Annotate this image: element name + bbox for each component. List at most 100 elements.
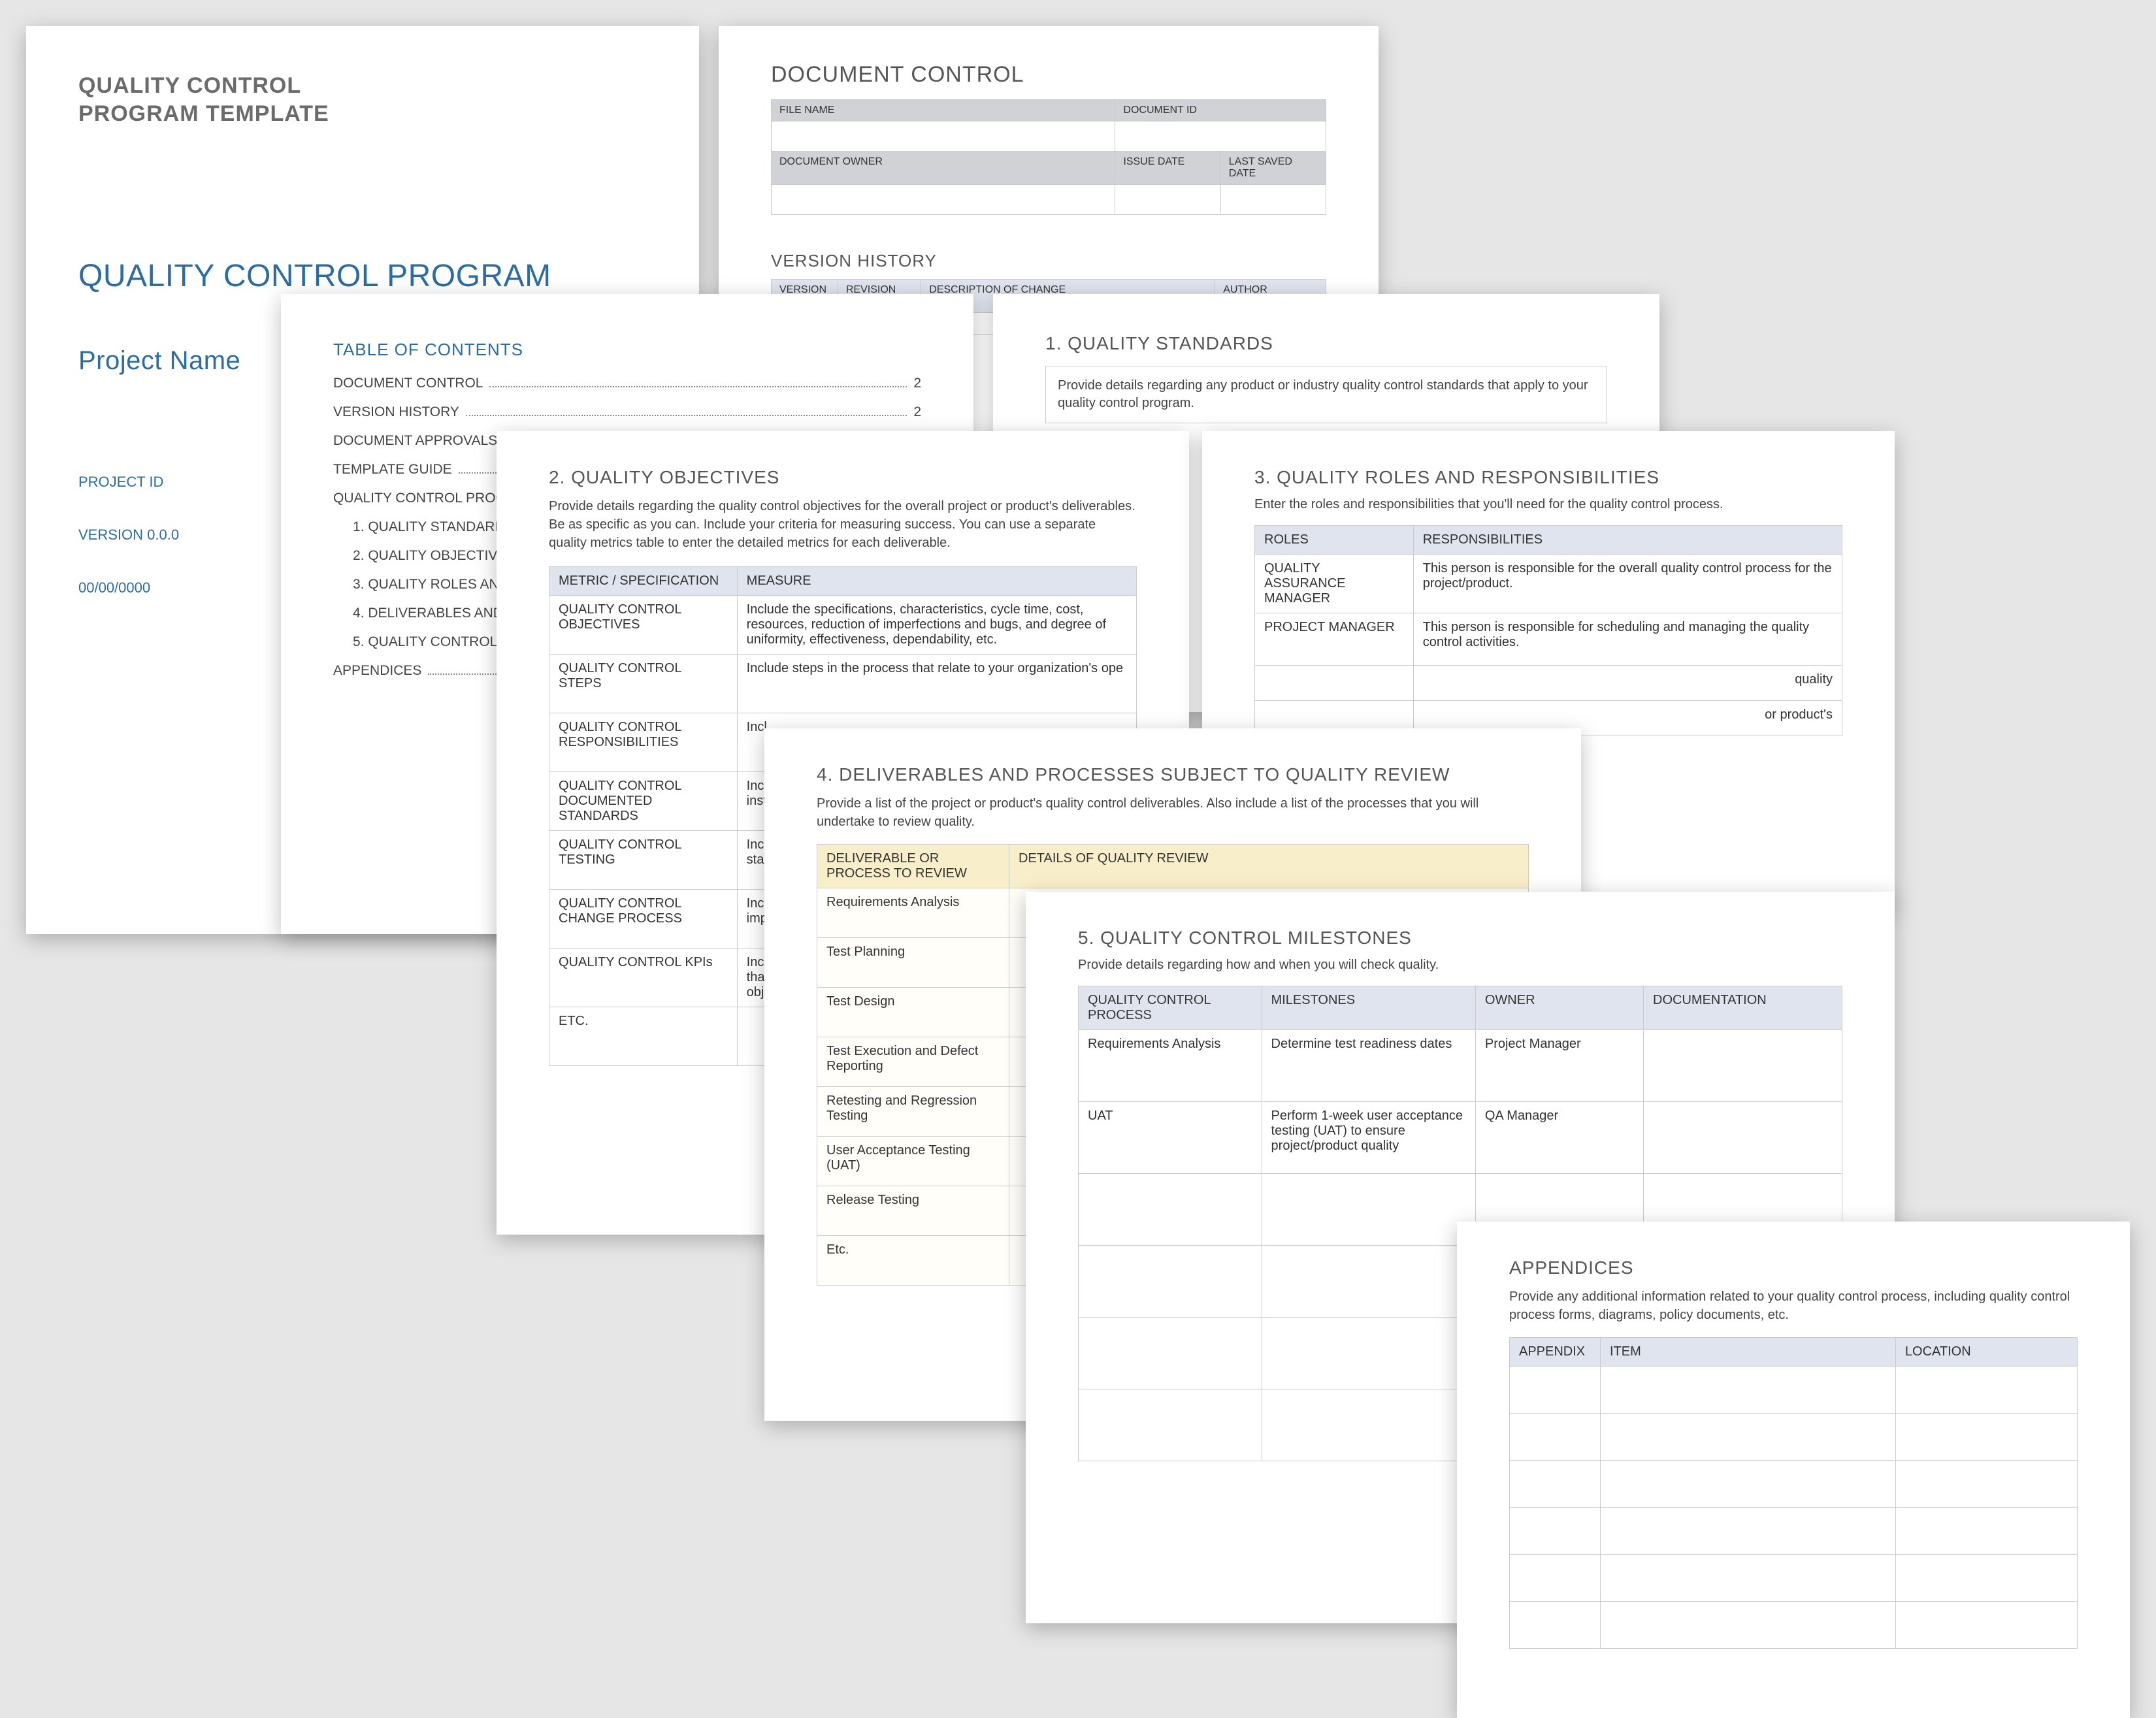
- owner-cell: Project Manager: [1475, 1030, 1643, 1102]
- appendix-cell: [1510, 1508, 1601, 1555]
- table-row: [1510, 1555, 2078, 1602]
- milestone-cell: [1262, 1389, 1475, 1461]
- toc-dots: [489, 386, 907, 387]
- milestones-desc: Provide details regarding how and when y…: [1078, 958, 1842, 973]
- item-cell: [1601, 1367, 1896, 1414]
- template-label-line1: QUALITY CONTROL: [78, 72, 647, 100]
- location-cell: [1895, 1555, 2077, 1602]
- toc-page: 2: [913, 404, 921, 420]
- item-cell: [1601, 1414, 1896, 1461]
- deliverables-col1: DELIVERABLE OR PROCESS TO REVIEW: [817, 845, 1009, 888]
- last-saved-cell: [1220, 185, 1326, 215]
- owner-cell: QA Manager: [1475, 1102, 1643, 1174]
- deliverables-heading: 4. DELIVERABLES AND PROCESSES SUBJECT TO…: [817, 764, 1529, 785]
- document-owner-cell: [772, 185, 1115, 215]
- location-cell: [1895, 1461, 2077, 1508]
- documentation-cell: [1644, 1102, 1842, 1174]
- appendices-col1: APPENDIX: [1510, 1338, 1601, 1367]
- appendices-table: APPENDIX ITEM LOCATION: [1509, 1337, 2078, 1649]
- metric-cell: QUALITY CONTROL CHANGE PROCESS: [549, 890, 738, 948]
- deliverable-cell: User Acceptance Testing (UAT): [817, 1137, 1009, 1186]
- responsibility-cell: quality: [1413, 666, 1842, 701]
- document-id-header: DOCUMENT ID: [1115, 100, 1326, 122]
- roles-col2: RESPONSIBILITIES: [1413, 526, 1842, 555]
- item-cell: [1601, 1461, 1896, 1508]
- last-saved-header: LAST SAVED DATE: [1220, 152, 1326, 185]
- table-row: QUALITY ASSURANCE MANAGERThis person is …: [1255, 555, 1842, 613]
- metric-cell: ETC.: [549, 1007, 738, 1066]
- table-row: QUALITY CONTROL STEPSInclude steps in th…: [549, 655, 1137, 713]
- table-row: [1510, 1508, 2078, 1555]
- metric-cell: QUALITY CONTROL OBJECTIVES: [549, 596, 738, 655]
- appendix-cell: [1510, 1414, 1601, 1461]
- version-history-heading: VERSION HISTORY: [771, 251, 1326, 271]
- toc-label: VERSION HISTORY: [333, 404, 459, 420]
- table-row: Requirements AnalysisDetermine test read…: [1079, 1030, 1842, 1102]
- document-owner-header: DOCUMENT OWNER: [772, 152, 1115, 185]
- appendix-cell: [1510, 1367, 1601, 1414]
- appendices-col2: ITEM: [1601, 1338, 1896, 1367]
- milestones-col1: QUALITY CONTROL PROCESS: [1079, 986, 1262, 1030]
- toc-label: 1. QUALITY STANDARDS: [353, 519, 514, 535]
- process-cell: Requirements Analysis: [1079, 1030, 1262, 1102]
- item-cell: [1601, 1508, 1896, 1555]
- location-cell: [1895, 1602, 2077, 1649]
- template-label-line2: PROGRAM TEMPLATE: [78, 100, 647, 128]
- toc-heading: TABLE OF CONTENTS: [333, 340, 921, 360]
- toc-label: DOCUMENT APPROVALS: [333, 433, 497, 449]
- file-name-cell: [772, 122, 1115, 152]
- roles-col1: ROLES: [1255, 526, 1414, 555]
- process-cell: [1079, 1318, 1262, 1389]
- item-cell: [1601, 1602, 1896, 1649]
- documentation-cell: [1644, 1030, 1842, 1102]
- table-row: [1510, 1414, 2078, 1461]
- toc-page: 2: [913, 376, 921, 391]
- main-title: QUALITY CONTROL PROGRAM: [78, 258, 647, 294]
- role-cell: PROJECT MANAGER: [1255, 613, 1414, 666]
- deliverable-cell: Test Planning: [817, 938, 1009, 988]
- table-row: [1510, 1602, 2078, 1649]
- quality-standards-body: Provide details regarding any product or…: [1045, 366, 1607, 423]
- appendix-cell: [1510, 1555, 1601, 1602]
- metric-cell: QUALITY CONTROL DOCUMENTED STANDARDS: [549, 772, 738, 831]
- location-cell: [1895, 1367, 2077, 1414]
- process-cell: [1079, 1389, 1262, 1461]
- table-row: [1510, 1461, 2078, 1508]
- objectives-col1: METRIC / SPECIFICATION: [549, 567, 738, 596]
- quality-standards-heading: 1. QUALITY STANDARDS: [1045, 333, 1607, 354]
- milestones-col4: DOCUMENTATION: [1644, 986, 1842, 1030]
- deliverable-cell: Etc.: [817, 1236, 1009, 1286]
- table-row: [1510, 1367, 2078, 1414]
- metric-cell: QUALITY CONTROL TESTING: [549, 831, 738, 890]
- measure-cell: Include the specifications, characterist…: [737, 596, 1136, 655]
- responsibility-cell: This person is responsible for the overa…: [1413, 555, 1842, 613]
- objectives-col2: MEASURE: [737, 567, 1136, 596]
- appendix-cell: [1510, 1602, 1601, 1649]
- metric-cell: QUALITY CONTROL RESPONSIBILITIES: [549, 713, 738, 772]
- quality-roles-desc: Enter the roles and responsibilities tha…: [1254, 497, 1842, 512]
- deliverable-cell: Test Execution and Defect Reporting: [817, 1037, 1009, 1087]
- location-cell: [1895, 1508, 2077, 1555]
- appendices-heading: APPENDICES: [1509, 1257, 2078, 1278]
- document-id-cell: [1115, 122, 1326, 152]
- table-row: QUALITY CONTROL OBJECTIVESInclude the sp…: [549, 596, 1137, 655]
- toc-line: VERSION HISTORY 2: [333, 404, 921, 420]
- toc-label: 2. QUALITY OBJECTIVES: [353, 548, 515, 564]
- document-control-heading: DOCUMENT CONTROL: [771, 62, 1326, 88]
- quality-roles-table: ROLES RESPONSIBILITIES QUALITY ASSURANCE…: [1254, 525, 1842, 736]
- deliverable-cell: Retesting and Regression Testing: [817, 1087, 1009, 1137]
- responsibility-cell: This person is responsible for schedulin…: [1413, 613, 1842, 666]
- file-name-header: FILE NAME: [772, 100, 1115, 122]
- milestones-heading: 5. QUALITY CONTROL MILESTONES: [1078, 928, 1842, 948]
- appendix-cell: [1510, 1461, 1601, 1508]
- toc-line: DOCUMENT CONTROL2: [333, 376, 921, 391]
- item-cell: [1601, 1555, 1896, 1602]
- milestone-cell: Perform 1-week user acceptance testing (…: [1262, 1102, 1475, 1174]
- measure-cell: Include steps in the process that relate…: [737, 655, 1136, 713]
- appendices-page: APPENDICES Provide any additional inform…: [1457, 1222, 2130, 1718]
- deliverables-desc: Provide a list of the project or product…: [817, 794, 1529, 831]
- deliverables-col2: DETAILS OF QUALITY REVIEW: [1009, 845, 1529, 888]
- role-cell: QUALITY ASSURANCE MANAGER: [1255, 555, 1414, 613]
- deliverable-cell: Release Testing: [817, 1186, 1009, 1236]
- milestones-col3: OWNER: [1475, 986, 1643, 1030]
